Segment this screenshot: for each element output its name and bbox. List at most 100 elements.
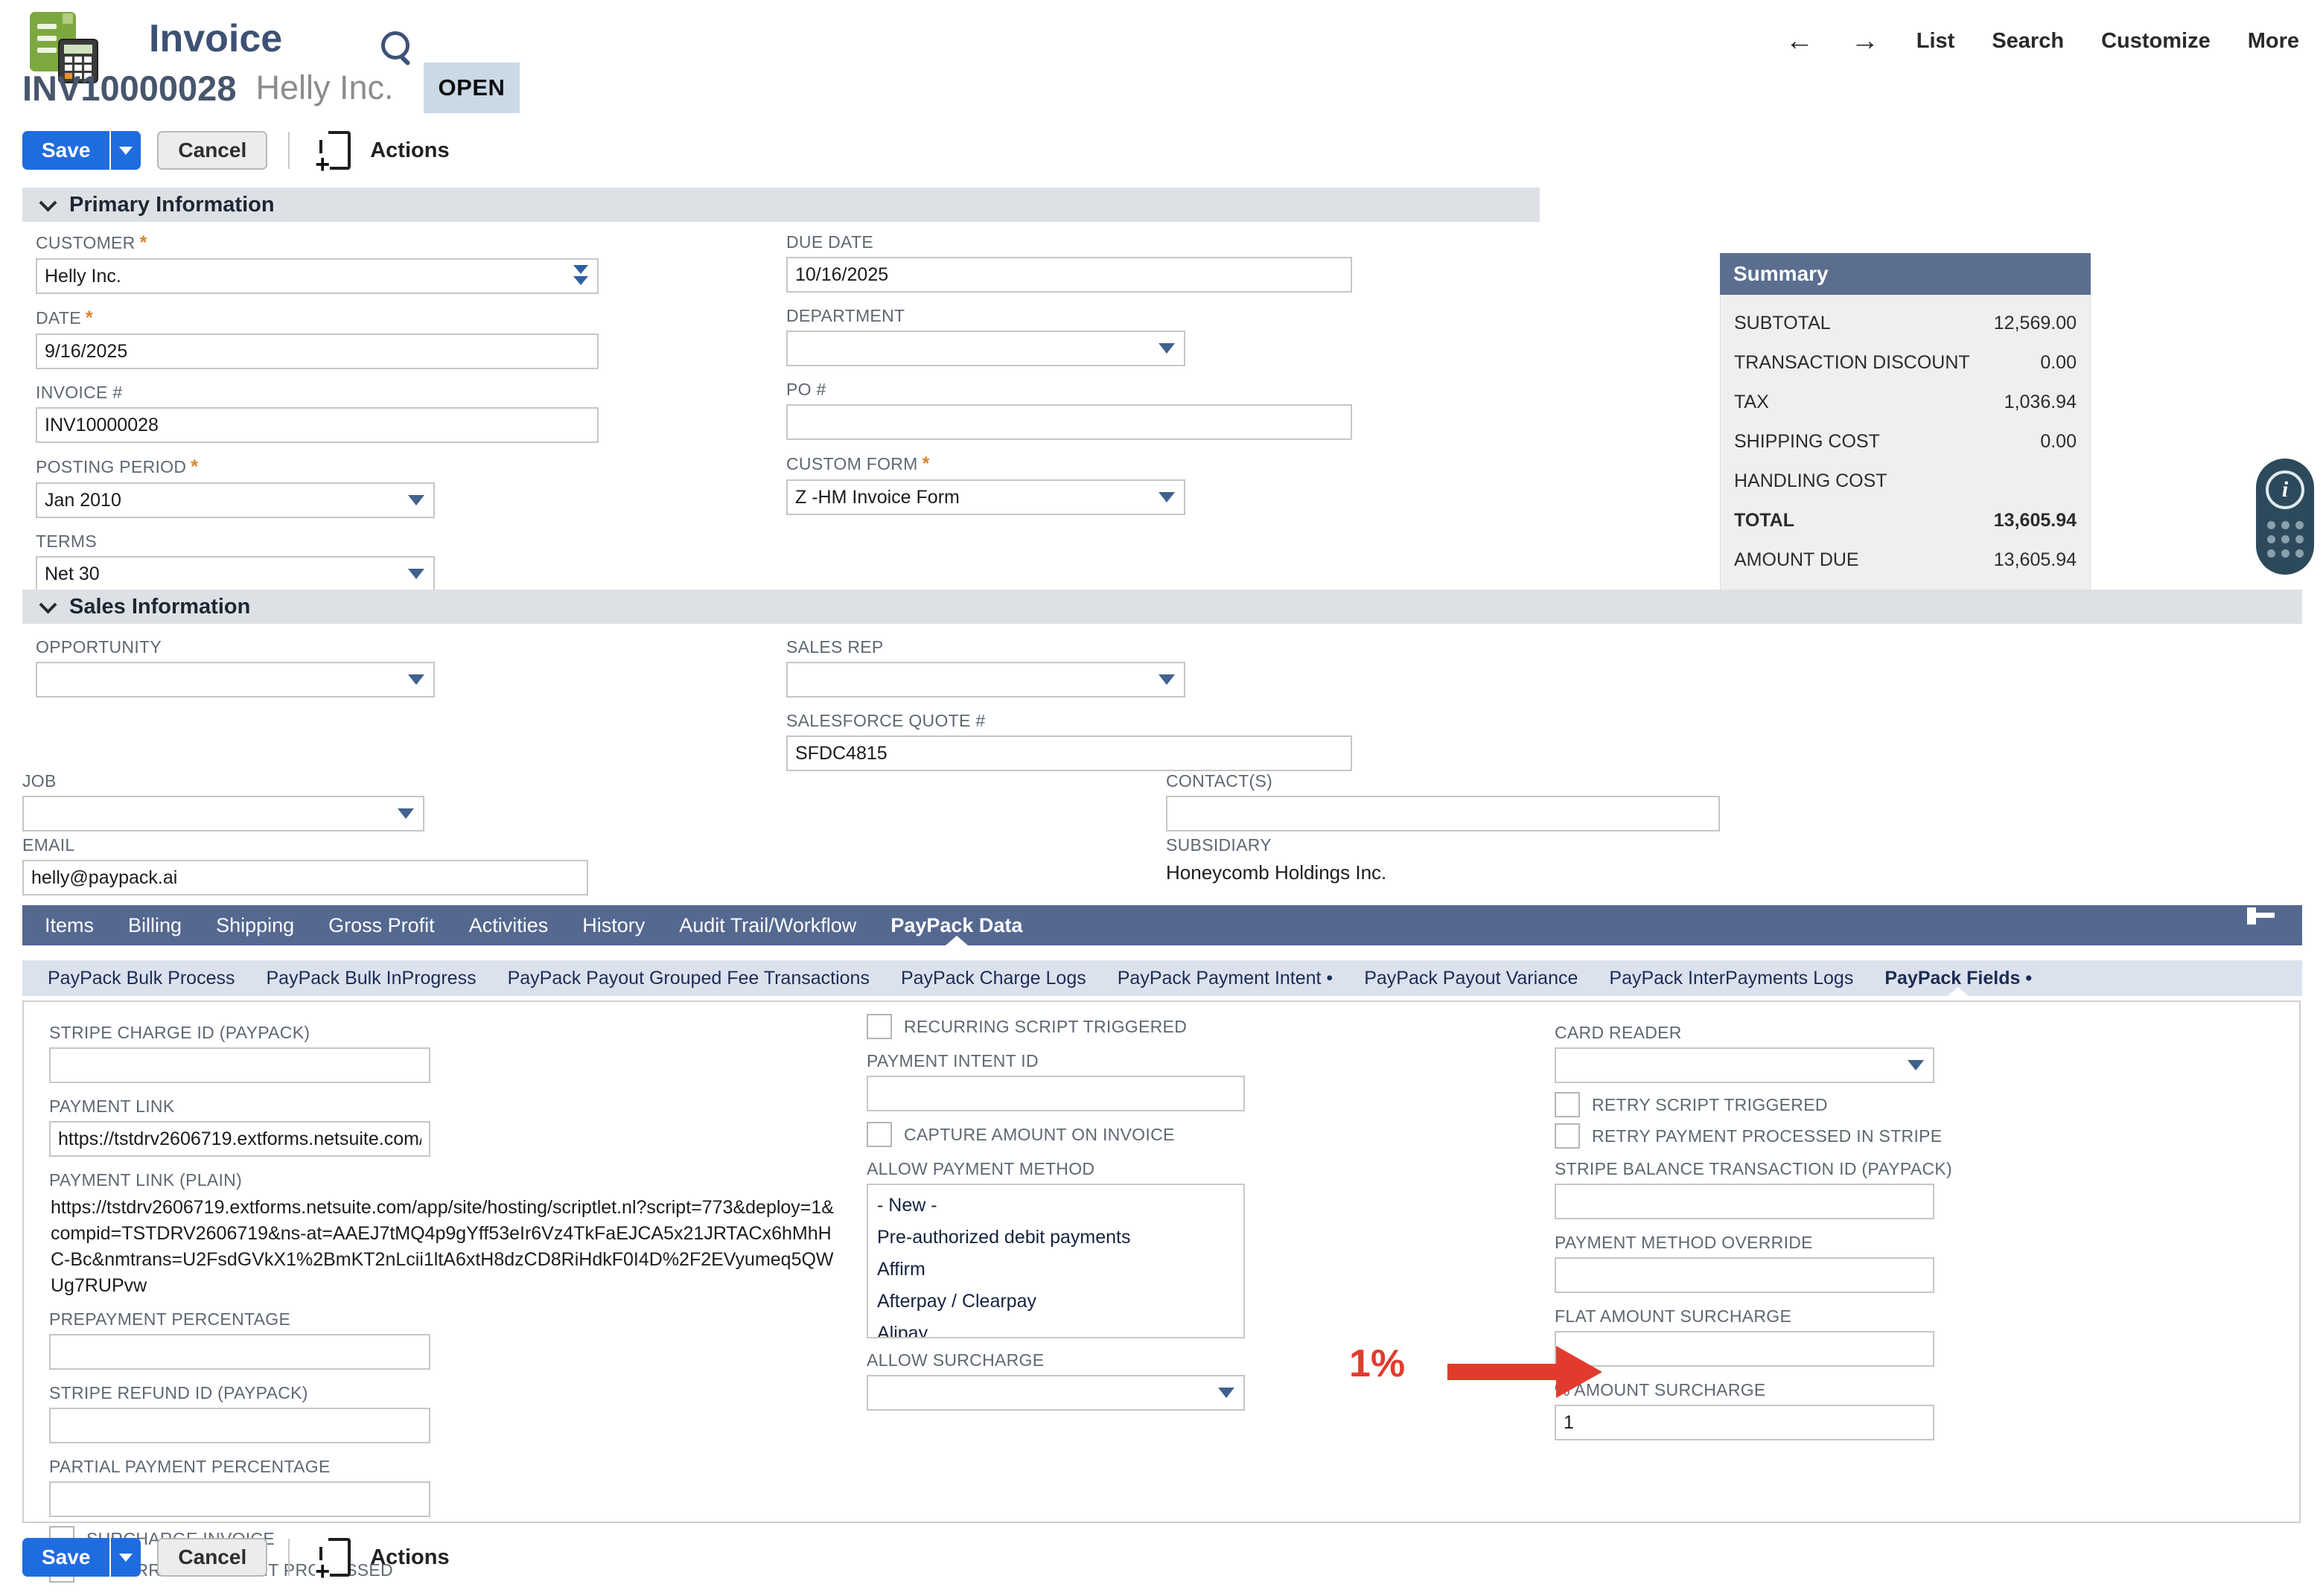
email-label: EMAIL: [22, 835, 588, 855]
retry-payment-processed-label: RETRY PAYMENT PROCESSED IN STRIPE: [1592, 1126, 1942, 1146]
payment-link-input[interactable]: [49, 1121, 430, 1157]
stripe-balance-transaction-id-input[interactable]: [1555, 1184, 1934, 1219]
prepayment-percentage-input[interactable]: [49, 1334, 430, 1370]
tab-shipping[interactable]: Shipping: [216, 905, 294, 945]
opportunity-label: OPPORTUNITY: [36, 637, 435, 657]
salesforce-quote-input[interactable]: [786, 735, 1352, 771]
subtab-paypack-bulk-inprogress[interactable]: PayPack Bulk InProgress: [267, 960, 477, 996]
required-marker: *: [140, 232, 147, 253]
card-reader-select[interactable]: [1555, 1047, 1934, 1083]
subtab-paypack-payout-grouped-fee-transactions[interactable]: PayPack Payout Grouped Fee Transactions: [508, 960, 870, 996]
date-label: DATE*: [36, 307, 599, 329]
job-select[interactable]: [22, 796, 424, 831]
subtab-paypack-payment-intent[interactable]: PayPack Payment Intent •: [1118, 960, 1333, 996]
stripe-refund-id-input[interactable]: [49, 1408, 430, 1443]
tab-items[interactable]: Items: [45, 905, 94, 945]
posting-period-select[interactable]: [36, 482, 435, 518]
save-dropdown-button[interactable]: [109, 131, 141, 170]
search-icon[interactable]: [381, 31, 410, 60]
actions-label: Actions: [370, 1545, 449, 1570]
prepayment-percentage-label: PREPAYMENT PERCENTAGE: [49, 1309, 853, 1330]
subtab-paypack-fields[interactable]: PayPack Fields •: [1884, 960, 2032, 996]
tab-paypack-data[interactable]: PayPack Data: [890, 905, 1022, 945]
retry-script-triggered-label: RETRY SCRIPT TRIGGERED: [1592, 1095, 1828, 1115]
payment-method-option[interactable]: Afterpay / Clearpay: [868, 1286, 1243, 1318]
summary-row-transaction-discount: TRANSACTION DISCOUNT0.00: [1734, 343, 2077, 383]
opportunity-select[interactable]: [36, 662, 435, 698]
custom-form-field: [786, 479, 1185, 515]
recurring-script-triggered-checkbox[interactable]: [867, 1014, 892, 1039]
info-icon[interactable]: i: [2266, 470, 2304, 509]
payment-method-option[interactable]: Pre-authorized debit payments: [868, 1222, 1243, 1254]
expand-subtabs-icon[interactable]: [2247, 910, 2283, 941]
date-input[interactable]: [36, 333, 599, 369]
primary-information-header[interactable]: Primary Information: [22, 188, 1540, 222]
back-arrow-icon[interactable]: ←: [1785, 25, 1814, 57]
stripe-charge-id-input[interactable]: [49, 1047, 430, 1083]
tab-activities[interactable]: Activities: [469, 905, 549, 945]
primary-information-title: Primary Information: [69, 193, 275, 217]
nav-customize[interactable]: Customize: [2101, 29, 2211, 54]
due-date-input[interactable]: [786, 257, 1352, 293]
partial-payment-percentage-input[interactable]: [49, 1481, 430, 1517]
department-select[interactable]: [786, 331, 1185, 366]
payment-method-option[interactable]: Affirm: [868, 1254, 1243, 1286]
payment-intent-id-input[interactable]: [867, 1076, 1245, 1111]
payment-method-option[interactable]: Alipay: [868, 1318, 1243, 1338]
payment-intent-id-label: PAYMENT INTENT ID: [867, 1051, 1254, 1071]
record-id: INV10000028: [22, 68, 236, 109]
custom-form-select[interactable]: [786, 479, 1185, 515]
paypack-column-3: CARD READER RETRY SCRIPT TRIGGERED RETRY…: [1555, 1023, 1942, 1454]
payment-link-plain-value: https://tstdrv2606719.extforms.netsuite.…: [51, 1195, 837, 1299]
subtab-paypack-interpayments-logs[interactable]: PayPack InterPayments Logs: [1609, 960, 1853, 996]
payment-link-label: PAYMENT LINK: [49, 1097, 853, 1117]
nav-list[interactable]: List: [1916, 29, 1955, 54]
payment-method-override-label: PAYMENT METHOD OVERRIDE: [1555, 1233, 1942, 1253]
retry-script-triggered-row: RETRY SCRIPT TRIGGERED: [1555, 1092, 1942, 1117]
invoice-number-input[interactable]: [36, 407, 599, 443]
floating-helper-widget[interactable]: i: [2256, 459, 2314, 575]
forward-arrow-icon[interactable]: →: [1851, 25, 1879, 57]
actions-menu[interactable]: Actions: [319, 1538, 449, 1577]
nav-search[interactable]: Search: [1992, 29, 2064, 54]
retry-script-triggered-checkbox[interactable]: [1555, 1092, 1580, 1117]
nav-more[interactable]: More: [2248, 29, 2299, 54]
subtab-paypack-charge-logs[interactable]: PayPack Charge Logs: [901, 960, 1086, 996]
cancel-button[interactable]: Cancel: [157, 131, 267, 170]
contacts-input[interactable]: [1166, 796, 1720, 831]
cancel-button[interactable]: Cancel: [157, 1538, 267, 1577]
save-button[interactable]: Save: [22, 1538, 109, 1577]
tab-gross-profit[interactable]: Gross Profit: [328, 905, 435, 945]
terms-field: [36, 556, 435, 592]
summary-panel: Summary SUBTOTAL12,569.00 TRANSACTION DI…: [1720, 253, 2091, 593]
po-number-input[interactable]: [786, 404, 1352, 440]
save-button[interactable]: Save: [22, 131, 109, 170]
allow-surcharge-select[interactable]: [867, 1375, 1245, 1411]
summary-title: Summary: [1720, 253, 2091, 295]
job-field-block: JOB: [22, 771, 424, 831]
payment-method-override-input[interactable]: [1555, 1257, 1934, 1293]
sales-information-header[interactable]: Sales Information: [22, 590, 2302, 624]
tab-billing[interactable]: Billing: [128, 905, 182, 945]
main-tab-bar: Items Billing Shipping Gross Profit Acti…: [22, 905, 2302, 945]
sales-rep-select[interactable]: [786, 662, 1185, 698]
sales-rep-quote-block: SALES REP SALESFORCE QUOTE #: [786, 637, 1352, 785]
subtab-paypack-bulk-process[interactable]: PayPack Bulk Process: [48, 960, 235, 996]
email-input[interactable]: [22, 860, 588, 896]
subtab-paypack-payout-variance[interactable]: PayPack Payout Variance: [1364, 960, 1578, 996]
allow-payment-method-listbox[interactable]: - New - Pre-authorized debit payments Af…: [867, 1184, 1245, 1338]
tab-history[interactable]: History: [582, 905, 645, 945]
pct-amount-surcharge-input[interactable]: [1555, 1405, 1934, 1440]
payment-method-option[interactable]: - New -: [868, 1190, 1243, 1222]
terms-select[interactable]: [36, 556, 435, 592]
customer-input[interactable]: [36, 258, 599, 294]
retry-payment-processed-row: RETRY PAYMENT PROCESSED IN STRIPE: [1555, 1123, 1942, 1149]
save-dropdown-button[interactable]: [109, 1538, 141, 1577]
actions-menu[interactable]: Actions: [319, 131, 449, 170]
capture-amount-on-invoice-checkbox[interactable]: [867, 1122, 892, 1147]
paypack-fields-panel: STRIPE CHARGE ID (PAYPACK) PAYMENT LINK …: [22, 1000, 2301, 1523]
tab-audit-trail-workflow[interactable]: Audit Trail/Workflow: [679, 905, 856, 945]
retry-payment-processed-checkbox[interactable]: [1555, 1123, 1580, 1149]
chevron-down-icon: [119, 147, 133, 155]
flat-amount-surcharge-input[interactable]: [1555, 1331, 1934, 1367]
